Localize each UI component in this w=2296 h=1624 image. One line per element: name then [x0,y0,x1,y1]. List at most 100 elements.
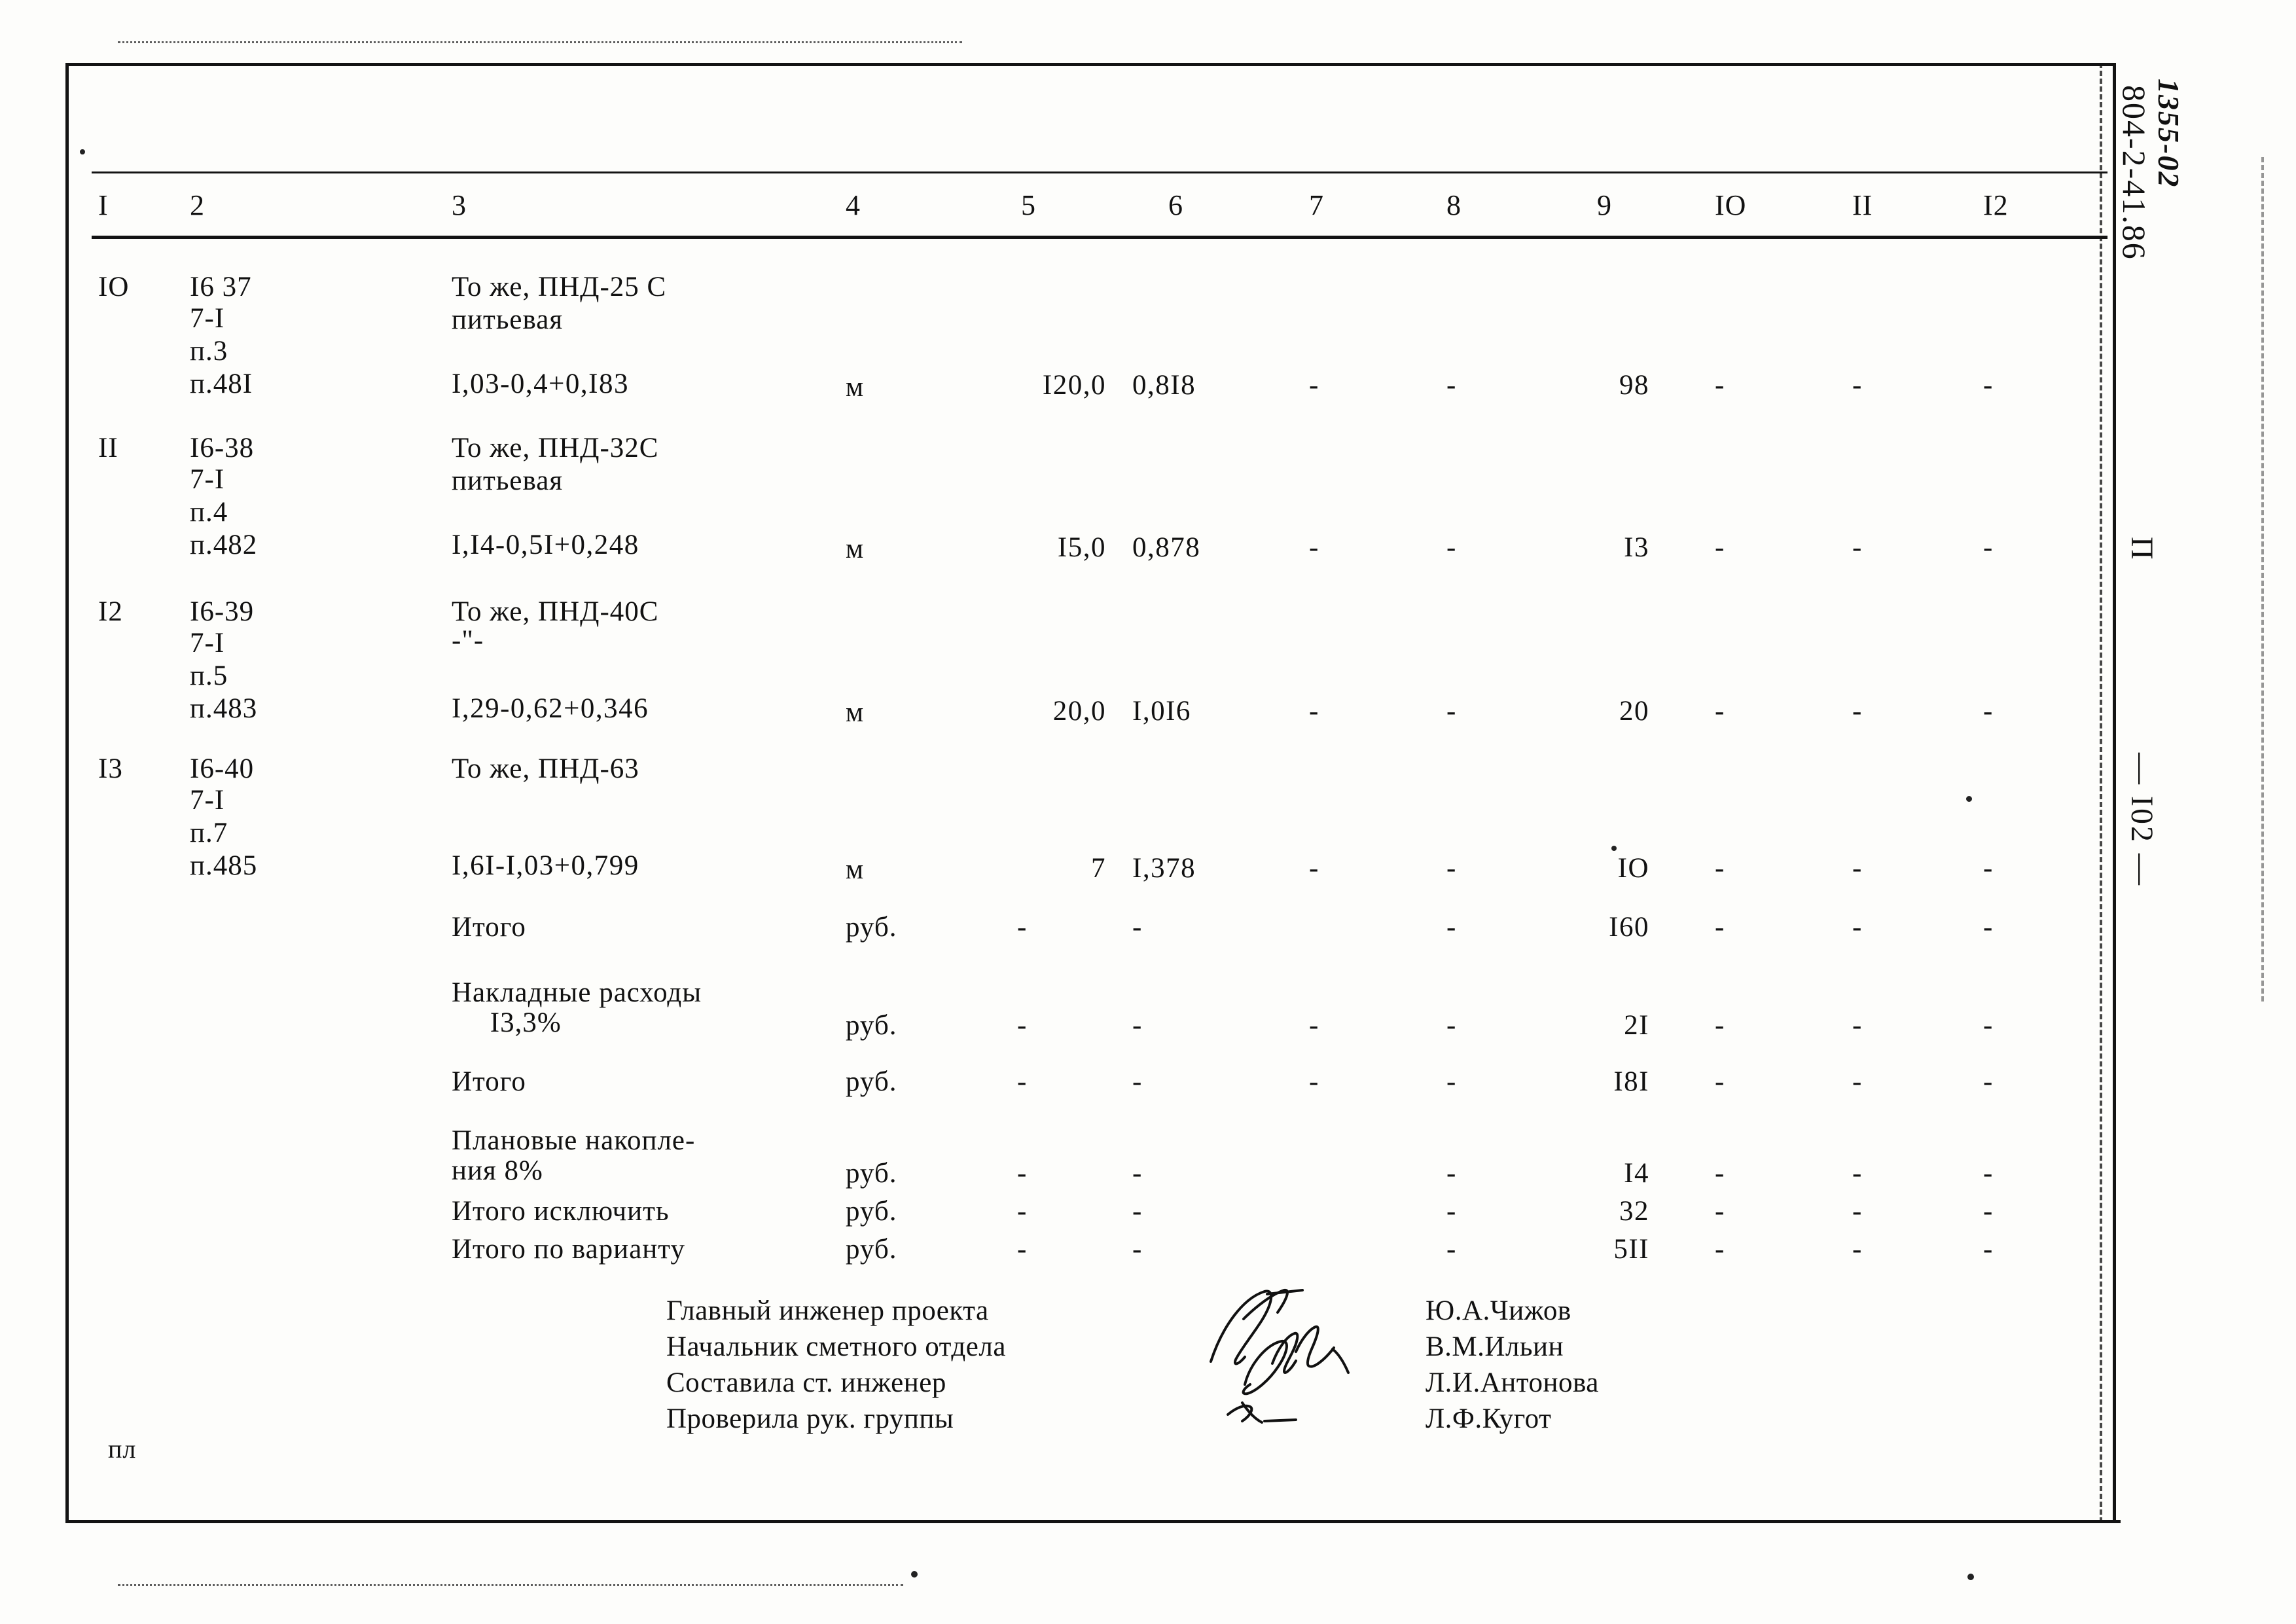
row-2-unit: м [846,533,865,564]
summary-3-col7: - [1309,1066,1319,1097]
summary-1-label: Итого [452,912,526,943]
row-3-formula: I,29-0,62+0,346 [452,693,649,724]
summary-3-col8: - [1446,1066,1457,1097]
row-4-col8: - [1446,853,1457,884]
row-1-code-line-3: п.3 [190,336,228,367]
column-header-1: I [98,189,109,221]
summary-3-col6: - [1132,1066,1143,1097]
page-number: — I02 — [2125,753,2159,887]
summary-6-col9: 5II [1613,1234,1649,1265]
summary-1-col10: - [1715,912,1725,943]
summary-6-col10: - [1715,1234,1725,1265]
row-1-desc-line-2: питьевая [452,304,564,335]
row-2-col5: I5,0 [1057,532,1106,563]
row-2-desc-line-1: То же, ПНД-32С [452,433,659,463]
row-2-code-line-3: п.4 [190,497,228,528]
summary-3-col9: I8I [1613,1066,1649,1097]
summary-1-unit: руб. [846,912,897,943]
summary-4-col10: - [1715,1158,1725,1189]
summary-2-col6: - [1132,1010,1143,1041]
row-4-code-line-1: I6-40 [190,753,255,784]
column-header-11: II [1852,189,1873,221]
summary-6-col6: - [1132,1234,1143,1265]
signature-row: Составила ст. инженер Л.И.Антонова [666,1365,1599,1401]
row-2-col9: I3 [1624,532,1649,563]
scan-speck [80,149,85,154]
summary-4-col6: - [1132,1158,1143,1189]
signature-block: Главный инженер проекта Ю.А.Чижов Началь… [666,1293,1599,1437]
margin-letter: П [2125,537,2159,561]
row-3-col5: 20,0 [1052,696,1106,727]
row-3-unit: м [846,697,865,728]
row-1-col7: - [1309,370,1319,401]
row-4-code-line-4: п.485 [190,850,258,881]
summary-4-col12: - [1983,1158,1994,1189]
row-3-col9: 20 [1619,696,1649,727]
table-row: IO [98,272,130,302]
summary-3-col11: - [1852,1066,1863,1097]
column-header-2: 2 [190,189,205,221]
row-3-col6: I,0I6 [1132,696,1191,727]
signature-row: Начальник сметного отдела В.М.Ильин [666,1329,1599,1365]
signature-role-checked-by: Проверила рук. группы [666,1403,954,1434]
row-1-col10: - [1715,370,1725,401]
row-1-formula: I,03-0,4+0,I83 [452,369,629,399]
summary-5-col6: - [1132,1196,1143,1227]
summary-5-col12: - [1983,1196,1994,1227]
summary-1-col8: - [1446,912,1457,943]
summary-3-col12: - [1983,1066,1994,1097]
row-3-desc-line-2: -"- [452,625,484,656]
row-4-desc-line-1: То же, ПНД-63 [452,753,639,784]
row-2-col11: - [1852,532,1863,563]
summary-2-col7: - [1309,1010,1319,1041]
row-3-col7: - [1309,696,1319,727]
row-3-code-line-2: 7-I [190,628,225,659]
signature-name-estimate-dept-head: В.М.Ильин [1426,1331,1564,1362]
signature-name-compiled-by: Л.И.Антонова [1426,1367,1599,1398]
scan-speck [1966,796,1972,802]
summary-4-label-line-2: ния 8% [452,1155,543,1186]
signature-row: Проверила рук. группы Л.Ф.Кугот [666,1401,1599,1437]
summary-4-col11: - [1852,1158,1863,1189]
table-row: II [98,433,118,463]
table-row: I3 [98,753,123,784]
summary-5-col8: - [1446,1196,1457,1227]
row-2-col8: - [1446,532,1457,563]
signature-space [1190,1329,1426,1365]
column-header-3: 3 [452,189,467,221]
summary-6-col12: - [1983,1234,1994,1265]
row-2-col6: 0,878 [1132,532,1201,563]
summary-5-col9: 32 [1619,1196,1649,1227]
row-1-unit: м [846,372,865,403]
row-2-desc-line-2: питьевая [452,465,564,496]
summary-4-col8: - [1446,1158,1457,1189]
summary-6-unit: руб. [846,1234,897,1265]
row-4-col7: - [1309,853,1319,884]
row-4-col10: - [1715,853,1725,884]
summary-5-col5: - [1017,1196,1028,1227]
row-3-code-line-3: п.5 [190,660,228,691]
row-2-col10: - [1715,532,1725,563]
summary-1-col6: - [1132,912,1143,943]
row-3-code-line-1: I6-39 [190,596,255,627]
far-right-dashed-line [2261,157,2264,1001]
row-1-col6: 0,8I8 [1132,370,1196,401]
footer-mark: пл [108,1434,137,1464]
column-header-12: I2 [1983,189,2009,221]
summary-2-unit: руб. [846,1010,897,1041]
row-4-col11: - [1852,853,1863,884]
column-header-8: 8 [1446,189,1462,221]
row-3-col10: - [1715,696,1725,727]
summary-4-unit: руб. [846,1158,897,1189]
scan-speck [1611,846,1617,851]
summary-2-col5: - [1017,1010,1028,1041]
row-1-code-line-2: 7-I [190,303,225,334]
row-3-col8: - [1446,696,1457,727]
summary-3-unit: руб. [846,1066,897,1097]
row-4-formula: I,6I-I,03+0,799 [452,850,639,881]
row-1-desc-line-1: То же, ПНД-25 С [452,272,667,302]
row-1-code-line-4: п.48I [190,369,253,399]
row-1-col9: 98 [1619,370,1649,401]
summary-3-label: Итого [452,1066,526,1097]
scan-speck [911,1571,918,1578]
